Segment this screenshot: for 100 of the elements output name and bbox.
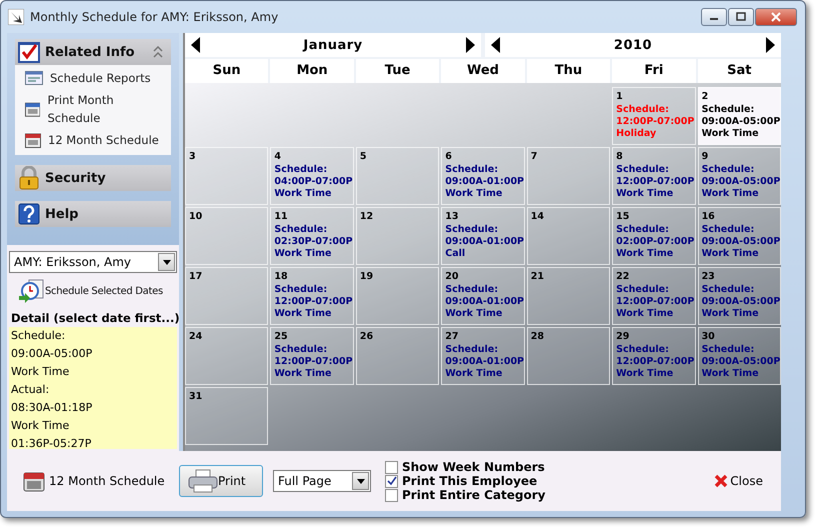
sidebar-link[interactable]: Print Month Schedule: [25, 91, 166, 127]
day-number: 14: [530, 210, 545, 224]
schedule-text: Work Time: [702, 368, 760, 380]
schedule-text: Schedule:: [702, 224, 756, 236]
schedule-text: Schedule:: [274, 284, 328, 296]
day-cell[interactable]: 13 Schedule: 09:00A-01:00P Call: [441, 207, 525, 265]
dropdown-arrow-icon: [356, 478, 364, 484]
day-cell[interactable]: 6 Schedule: 09:00A-01:00P Work Time: [441, 147, 525, 205]
schedule-text: Holiday: [616, 128, 658, 140]
day-cell[interactable]: 19: [356, 267, 440, 325]
close-link[interactable]: Close: [708, 473, 769, 489]
day-cell[interactable]: 28: [526, 327, 610, 385]
day-cell[interactable]: 26: [356, 327, 440, 385]
schedule-text: Schedule:: [702, 104, 756, 116]
day-cell[interactable]: 29 Schedule: 12:00P-07:00P Work Time: [612, 327, 696, 385]
day-cell[interactable]: 25 Schedule: 12:00P-07:00P Work Time: [270, 327, 354, 385]
sidebar-link[interactable]: 12 Month Schedule: [25, 131, 166, 149]
clock-arrow-icon: [19, 279, 45, 303]
day-cell[interactable]: 21: [526, 267, 610, 325]
detail-line: 01:36P-05:27P: [11, 436, 92, 449]
printer-icon: [188, 469, 218, 493]
detail-line: 08:30A-01:18P: [11, 400, 94, 416]
schedule-text: Work Time: [616, 368, 674, 380]
day-cell[interactable]: 24: [185, 327, 268, 385]
day-number: 19: [360, 270, 374, 284]
day-cell[interactable]: 18 Schedule: 12:00P-07:00P Work Time: [270, 267, 354, 325]
schedule-selected-dates-button[interactable]: Schedule Selected Dates: [9, 273, 177, 303]
schedule-text: Schedule:: [616, 344, 670, 356]
schedule-text: 12:00P-07:00P: [616, 116, 692, 128]
section-header[interactable]: Help: [15, 201, 171, 227]
schedule-text: Call: [445, 248, 466, 260]
schedule-text: 09:00A-01:00P: [445, 236, 521, 248]
schedule-text: Work Time: [616, 308, 674, 320]
day-cell[interactable]: 22 Schedule: 12:00P-07:00P Work Time: [612, 267, 696, 325]
print-button[interactable]: Print: [179, 465, 263, 497]
sidebar-link[interactable]: Schedule Reports: [25, 69, 166, 87]
month-label: January: [302, 38, 364, 52]
employee-dropdown[interactable]: AMY: Eriksson, Amy: [9, 251, 177, 273]
day-cell[interactable]: 11 Schedule: 02:30P-07:00P Work Time: [270, 207, 354, 265]
day-cell[interactable]: 17: [185, 267, 268, 325]
schedule-text: Work Time: [274, 368, 332, 380]
page-size-dropdown[interactable]: Full Page: [273, 470, 371, 492]
day-number: 20: [445, 270, 460, 284]
minimize-button[interactable]: [701, 8, 727, 26]
schedule-text: 02:30P-07:00P: [274, 236, 350, 248]
checkbox[interactable]: [385, 474, 398, 488]
weekday-header: Fri: [612, 59, 696, 83]
schedule-text: Schedule:: [702, 284, 756, 296]
day-number: 15: [616, 210, 630, 224]
close-button[interactable]: [755, 8, 797, 26]
day-cell[interactable]: 15 Schedule: 02:00P-07:00P Work Time: [612, 207, 696, 265]
maximize-button[interactable]: [728, 8, 754, 26]
day-cell[interactable]: 12: [356, 207, 440, 265]
day-cell[interactable]: 3: [185, 147, 268, 205]
schedule-text: Work Time: [702, 308, 760, 320]
schedule-text: 02:00P-07:00P: [616, 236, 692, 248]
schedule-text: Schedule:: [445, 224, 500, 236]
schedule-text: Schedule:: [274, 224, 328, 236]
day-cell[interactable]: 4 Schedule: 04:00P-07:00P Work Time: [270, 147, 354, 205]
maximize-icon: [736, 12, 746, 22]
close-icon: [714, 474, 728, 488]
schedule-text: 12:00P-07:00P: [616, 176, 692, 188]
day-number: 25: [274, 330, 289, 344]
schedule-text: Work Time: [702, 128, 760, 140]
day-cell[interactable]: 2 Schedule: 09:00A-05:00P Work Time: [698, 87, 781, 145]
day-cell[interactable]: 30 Schedule: 09:00A-05:00P Work Time: [698, 327, 781, 385]
weekday-header: Sat: [698, 59, 781, 83]
schedule-text: Schedule:: [445, 344, 500, 356]
day-number: 16: [702, 210, 716, 224]
day-cell[interactable]: 7: [526, 147, 610, 205]
schedule-text: 09:00A-01:00P: [445, 356, 521, 368]
section-header[interactable]: Related Info: [15, 39, 171, 65]
day-cell[interactable]: 31: [185, 387, 268, 445]
section-header[interactable]: Security: [15, 165, 171, 191]
day-cell[interactable]: 10: [185, 207, 268, 265]
day-cell[interactable]: 16 Schedule: 09:00A-05:00P Work Time: [698, 207, 781, 265]
dropdown-arrow-icon: [162, 260, 170, 264]
weekday-header: Mon: [270, 59, 354, 83]
day-cell[interactable]: 8 Schedule: 12:00P-07:00P Work Time: [612, 147, 696, 205]
day-number: 3: [189, 150, 197, 164]
checkbox[interactable]: [385, 460, 398, 474]
day-cell[interactable]: 14: [526, 207, 610, 265]
day-cell[interactable]: 23 Schedule: 09:00A-05:00P Work Time: [698, 267, 781, 325]
schedule-text: Work Time: [702, 188, 760, 200]
day-number: 31: [189, 390, 204, 404]
day-cell[interactable]: 9 Schedule: 09:00A-05:00P Work Time: [698, 147, 781, 205]
day-cell[interactable]: 20 Schedule: 09:00A-01:00P Work Time: [441, 267, 525, 325]
day-number: 30: [702, 330, 716, 344]
day-number: 12: [360, 210, 374, 224]
day-cell[interactable]: 27 Schedule: 09:00A-01:00P Work Time: [441, 327, 525, 385]
twelve-month-link[interactable]: 12 Month Schedule: [23, 470, 179, 492]
detail-line: 09:00A-05:00P: [11, 346, 94, 362]
day-number: 5: [360, 150, 368, 164]
detail-line: Actual:: [11, 382, 50, 398]
checkbox[interactable]: [385, 488, 398, 502]
day-cell[interactable]: 1 Schedule: 12:00P-07:00P Holiday: [612, 87, 696, 145]
app-icon: [8, 9, 24, 25]
day-number: 2: [702, 90, 710, 104]
day-number: 18: [274, 270, 289, 284]
day-cell[interactable]: 5: [356, 147, 440, 205]
